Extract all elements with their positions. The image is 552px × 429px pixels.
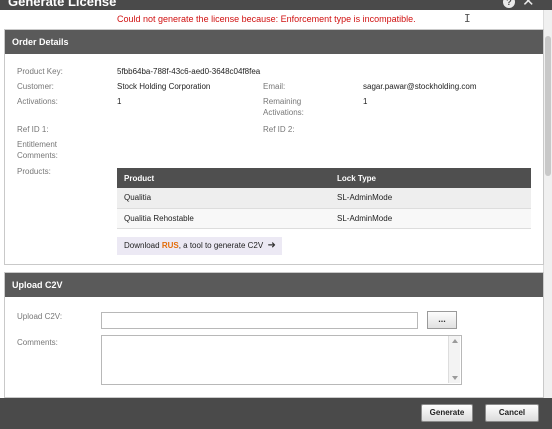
remaining-activations-value: 1: [363, 97, 368, 106]
table-cell-product: Qualitia Rehostable: [117, 208, 330, 229]
column-header-lock-type: Lock Type: [330, 168, 531, 188]
order-details-heading: Order Details: [5, 30, 543, 54]
email-value: sagar.pawar@stockholding.com: [363, 82, 477, 91]
order-details-panel: Order Details: [4, 29, 544, 265]
product-key-value: 5fbb64ba-788f-43c6-aed0-3648c04f8fea: [117, 67, 261, 76]
close-icon[interactable]: ✕: [522, 0, 535, 9]
email-label: Email:: [263, 82, 286, 91]
download-rus-link[interactable]: Download RUS, a tool to generate C2V ➜: [117, 237, 282, 255]
comments-textarea[interactable]: [101, 335, 462, 385]
column-header-product: Product: [117, 168, 330, 188]
activations-label: Activations:: [17, 97, 58, 106]
dialog-title-bar: Generate License ? ✕: [0, 0, 552, 10]
upload-c2v-heading: Upload C2V: [5, 273, 543, 297]
upload-c2v-input[interactable]: [101, 312, 418, 329]
table-row: Qualitia SL-AdminMode: [117, 188, 531, 209]
error-message: Could not generate the license because: …: [117, 14, 416, 24]
dialog-title: Generate License: [8, 0, 117, 9]
table-cell-lock-type: SL-AdminMode: [330, 208, 531, 229]
table-row: Qualitia Rehostable SL-AdminMode: [117, 208, 531, 229]
table-cell-lock-type: SL-AdminMode: [330, 188, 531, 209]
products-table: Product Lock Type Qualitia SL-AdminMode …: [117, 168, 531, 229]
comments-scrollbar[interactable]: [448, 336, 460, 383]
scrollbar-thumb[interactable]: [545, 36, 551, 176]
help-icon[interactable]: ?: [503, 0, 515, 8]
generate-button[interactable]: Generate: [421, 404, 473, 422]
product-key-label: Product Key:: [17, 67, 63, 76]
scroll-down-icon[interactable]: [452, 376, 458, 380]
ref-id-1-label: Ref ID 1:: [17, 125, 49, 134]
entitlement-comments-label-line1: Entitlement: [17, 140, 58, 149]
dialog-footer: Generate Cancel: [0, 398, 552, 429]
browse-button[interactable]: ...: [427, 311, 457, 329]
arrow-right-icon: ➜: [267, 240, 276, 251]
products-label: Products:: [17, 167, 51, 176]
dialog-scrollbar[interactable]: [543, 10, 552, 398]
text-cursor-icon: I: [464, 12, 471, 25]
scroll-up-icon[interactable]: [452, 339, 458, 343]
products-table-header: Product Lock Type: [117, 168, 531, 188]
download-prefix: Download: [124, 241, 160, 250]
comments-label: Comments:: [17, 338, 58, 347]
remaining-activations-label-line1: Remaining: [263, 97, 302, 106]
customer-value: Stock Holding Corporation: [117, 82, 211, 91]
customer-label: Customer:: [17, 82, 54, 91]
cancel-button[interactable]: Cancel: [485, 404, 539, 422]
download-rus-highlight: RUS: [161, 241, 179, 250]
remaining-activations-label-line2: Activations:: [263, 108, 304, 117]
activations-value: 1: [117, 97, 122, 106]
upload-c2v-label: Upload C2V:: [17, 312, 63, 321]
entitlement-comments-label-line2: Comments:: [17, 151, 58, 160]
download-suffix: , a tool to generate C2V: [178, 241, 264, 250]
ref-id-2-label: Ref ID 2:: [263, 125, 295, 134]
table-cell-product: Qualitia: [117, 188, 330, 209]
